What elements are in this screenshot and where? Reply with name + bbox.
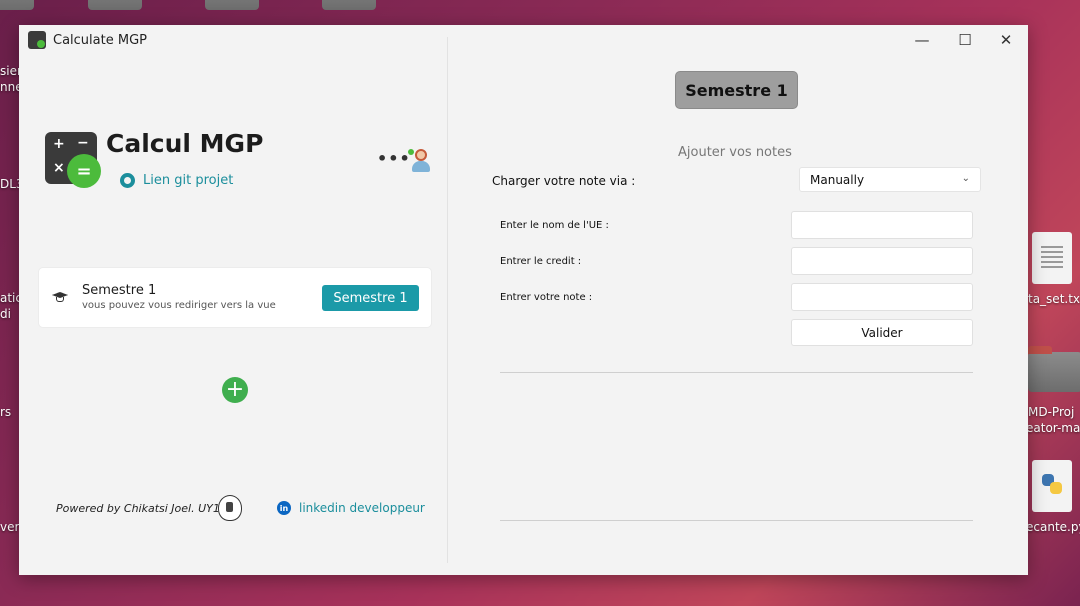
panel-divider — [447, 37, 448, 563]
semester-header: Semestre 1 — [675, 71, 798, 109]
semester-card-subtitle: vous pouvez vous rediriger vers la vue — [82, 300, 276, 311]
text-file-icon[interactable] — [1032, 232, 1072, 284]
desktop-folder-icon[interactable] — [1028, 346, 1080, 392]
linkedin-icon: in — [277, 501, 291, 515]
desktop-folder-icon[interactable] — [0, 0, 34, 10]
git-project-link[interactable]: Lien git projet — [120, 173, 233, 188]
semester-card: Semestre 1 vous pouvez vous rediriger ve… — [38, 267, 432, 328]
minimize-button[interactable]: — — [909, 29, 935, 51]
app-name: Calcul MGP — [106, 129, 264, 158]
desktop-folder-icon[interactable] — [205, 0, 259, 10]
desktop-label: di — [0, 307, 11, 321]
note-input[interactable] — [791, 283, 973, 311]
app-icon — [28, 31, 46, 49]
ue-name-input[interactable] — [791, 211, 973, 239]
python-logo-icon — [1042, 474, 1062, 494]
linkedin-link[interactable]: in linkedin developpeur — [277, 501, 425, 515]
separator — [500, 520, 973, 521]
separator — [500, 372, 973, 373]
github-icon — [120, 173, 135, 188]
semester-open-button[interactable]: Semestre 1 — [322, 285, 419, 311]
more-options-button[interactable]: ••• — [377, 149, 411, 168]
python-file-icon[interactable] — [1032, 460, 1072, 512]
powered-by-text: Powered by Chikatsi Joel. UY1 — [56, 502, 220, 515]
validate-button[interactable]: Valider — [791, 319, 973, 346]
calculator-logo-icon: + − × = — [45, 132, 101, 188]
university-logo-icon — [218, 495, 242, 521]
desktop-label: ver — [0, 520, 20, 534]
graduation-cap-icon — [52, 290, 68, 304]
note-label: Entrer votre note : — [500, 292, 593, 303]
credit-input[interactable] — [791, 247, 973, 275]
window-title: Calculate MGP — [53, 33, 147, 48]
desktop-label: MD-Proj — [1028, 405, 1075, 419]
chevron-down-icon: ⌄ — [961, 173, 970, 184]
git-link-label: Lien git projet — [143, 173, 234, 188]
close-button[interactable]: ✕ — [993, 29, 1019, 51]
desktop-label: ecante.py — [1026, 520, 1080, 534]
maximize-button[interactable]: ☐ — [952, 29, 978, 51]
add-semester-button[interactable]: + — [222, 377, 248, 403]
ue-name-label: Enter le nom de l'UE : — [500, 220, 609, 231]
desktop-folder-icon[interactable] — [322, 0, 376, 10]
semester-card-title: Semestre 1 — [82, 283, 157, 298]
linkedin-label: linkedin developpeur — [299, 501, 425, 515]
avatar[interactable] — [408, 147, 432, 173]
desktop-label: ta_set.tx — [1028, 292, 1080, 306]
desktop-label: eator-ma — [1026, 421, 1080, 435]
credit-label: Entrer le credit : — [500, 256, 582, 267]
desktop-folder-icon[interactable] — [88, 0, 142, 10]
load-method-label: Charger votre note via : — [492, 174, 636, 188]
titlebar[interactable]: Calculate MGP — ☐ ✕ — [19, 25, 1028, 55]
add-notes-heading: Ajouter vos notes — [678, 145, 792, 160]
load-method-value: Manually — [810, 173, 865, 187]
load-method-select[interactable]: Manually ⌄ — [799, 167, 981, 192]
desktop-label: rs — [0, 405, 12, 419]
app-window: Calculate MGP — ☐ ✕ + − × = Calcul MGP L… — [19, 25, 1028, 575]
